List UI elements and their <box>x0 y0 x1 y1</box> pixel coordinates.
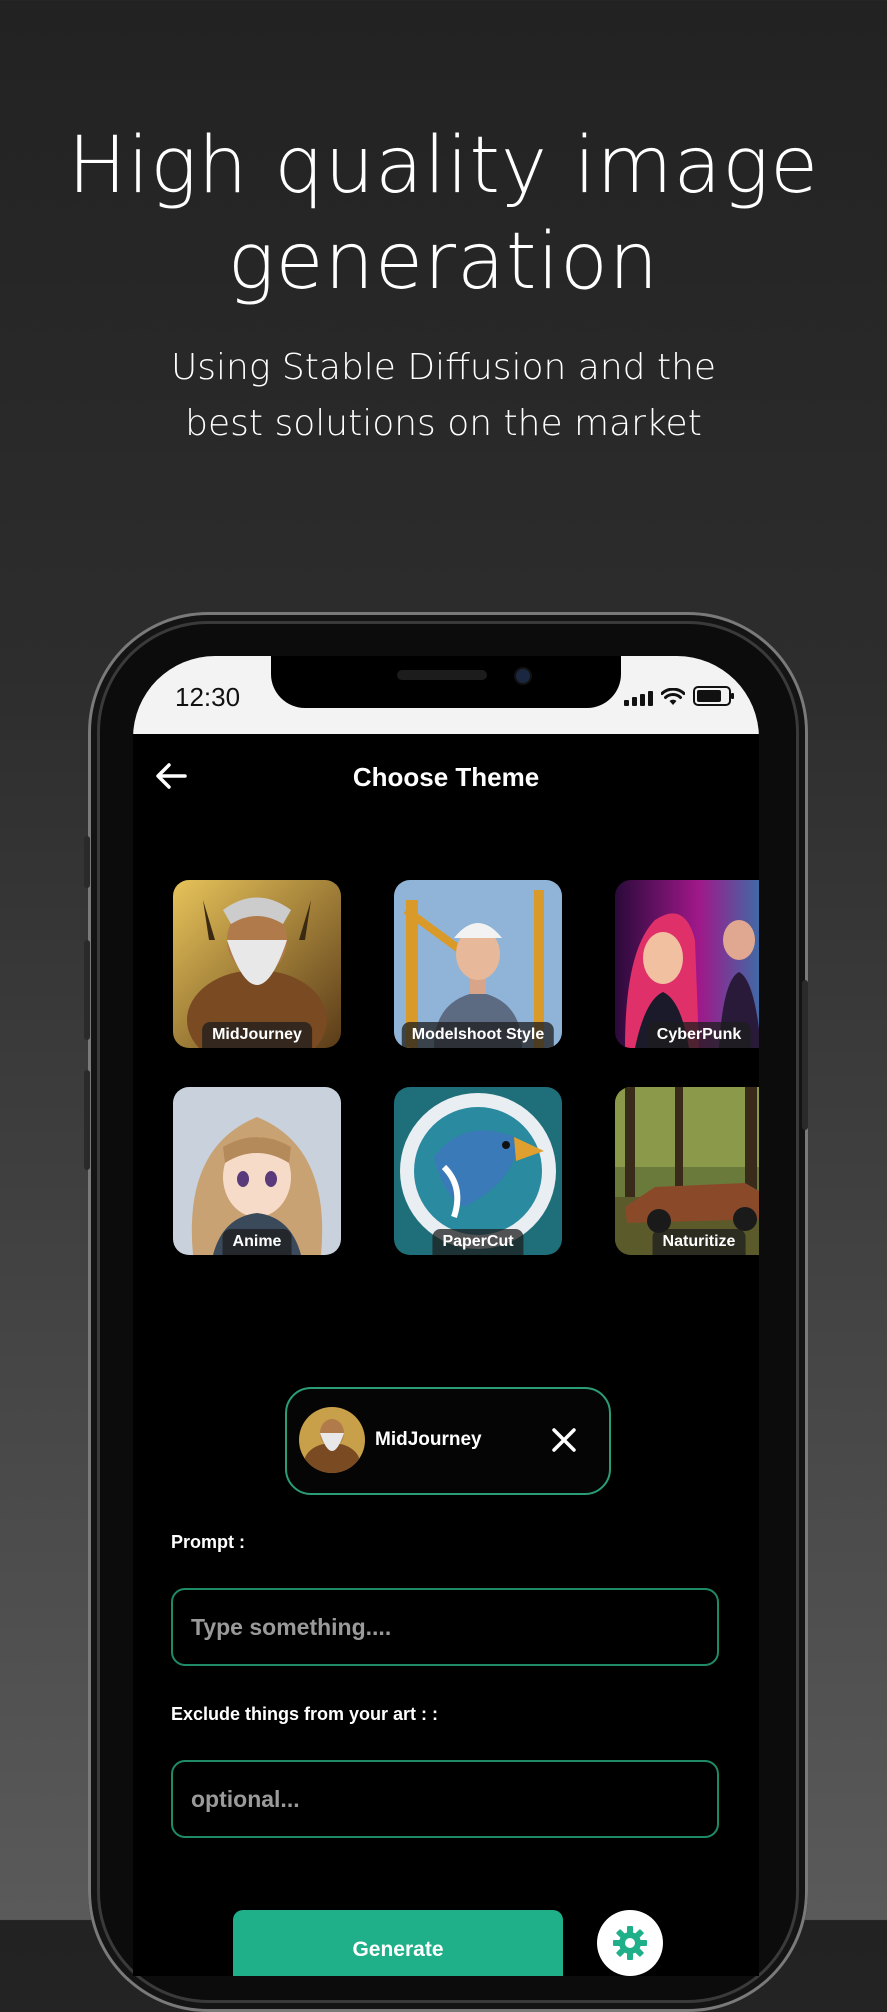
selected-theme-chip: MidJourney <box>285 1387 611 1495</box>
wifi-icon <box>661 688 685 705</box>
page-title: Choose Theme <box>352 762 540 792</box>
promo-title-line2: generation <box>227 217 660 307</box>
promo-title-line1: High quality image <box>67 121 820 211</box>
close-icon <box>552 1428 576 1452</box>
theme-card-anime[interactable]: Anime <box>173 1087 341 1255</box>
signal-icon <box>624 691 653 706</box>
phone-screen: 12:30 Choose Theme MidJourney Modelshoot… <box>133 656 759 1976</box>
notch <box>271 656 621 708</box>
theme-card-modelshoot-style[interactable]: Modelshoot Style <box>394 880 562 1048</box>
theme-label: MidJourney <box>202 1022 312 1048</box>
theme-label: PaperCut <box>432 1229 524 1255</box>
phone-volume-down <box>84 1070 90 1170</box>
selected-theme-avatar <box>299 1407 365 1473</box>
theme-label: Anime <box>222 1229 292 1255</box>
promo-title: High quality image generation <box>0 118 887 310</box>
app-header: Choose Theme <box>133 734 759 824</box>
theme-label: CyberPunk <box>646 1022 752 1048</box>
battery-icon <box>693 686 734 706</box>
status-time: 12:30 <box>175 682 241 712</box>
promo-subtitle-line1: Using Stable Diffusion and the <box>170 347 717 388</box>
theme-card-naturitize[interactable]: Naturitize <box>615 1087 759 1255</box>
promo-subtitle: Using Stable Diffusion and the best solu… <box>120 340 767 452</box>
theme-grid: MidJourney Modelshoot Style CyberPunk An… <box>173 880 759 1280</box>
exclude-input[interactable] <box>171 1760 719 1838</box>
phone-volume-up <box>84 940 90 1040</box>
front-camera <box>514 667 532 685</box>
theme-label: Naturitize <box>652 1229 746 1255</box>
theme-card-papercut[interactable]: PaperCut <box>394 1087 562 1255</box>
selected-theme-label: MidJourney <box>375 1429 482 1450</box>
theme-label: Modelshoot Style <box>401 1022 555 1048</box>
prompt-label: Prompt : <box>171 1532 245 1552</box>
theme-card-cyberpunk[interactable]: CyberPunk <box>615 880 759 1048</box>
exclude-label: Exclude things from your art : : <box>171 1704 439 1724</box>
speaker-grille <box>397 670 487 680</box>
gear-icon <box>613 1926 647 1960</box>
remove-theme-button[interactable] <box>549 1425 579 1455</box>
phone-mute-switch <box>84 836 90 888</box>
phone-power-button <box>802 980 808 1130</box>
theme-card-midjourney[interactable]: MidJourney <box>173 880 341 1048</box>
status-icons <box>624 686 734 706</box>
prompt-input[interactable] <box>171 1588 719 1666</box>
promo-subtitle-line2: best solutions on the market <box>185 403 702 444</box>
